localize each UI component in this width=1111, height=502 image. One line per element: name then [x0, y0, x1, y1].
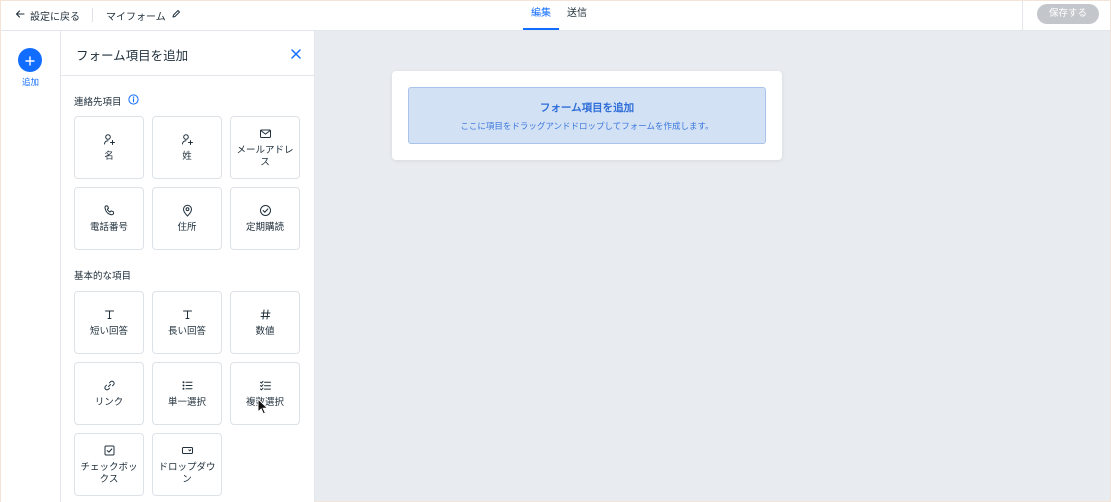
field-number[interactable]: 数値: [230, 291, 300, 354]
field-link[interactable]: リンク: [74, 362, 144, 425]
field-single-choice[interactable]: 単一選択: [152, 362, 222, 425]
card-label: メールアドレス: [236, 145, 294, 168]
field-long-answer[interactable]: 長い回答: [152, 291, 222, 354]
card-label: 単一選択: [167, 397, 206, 408]
card-label: 電話番号: [89, 222, 128, 233]
add-fields-panel: フォーム項目を追加 連絡先項目 名 姓 メールアドレス 電話番号 住所 定期購読…: [61, 31, 315, 502]
left-rail: 追加: [1, 31, 61, 502]
text-t-icon: [102, 307, 116, 321]
card-label: 名: [104, 151, 114, 162]
card-label: 短い回答: [89, 326, 128, 337]
panel-title: フォーム項目を追加: [76, 48, 189, 63]
person-plus-icon: [102, 132, 116, 146]
card-label: リンク: [94, 397, 124, 408]
section-contact-label: 連絡先項目: [74, 97, 122, 108]
check-circle-icon: [258, 203, 272, 217]
text-t-icon: [180, 307, 194, 321]
form-canvas: フォーム項目を追加 ここに項目をドラッグアンドドロップしてフォームを作成します。: [315, 31, 1110, 501]
link-icon: [102, 378, 116, 392]
field-last-name[interactable]: 姓: [152, 116, 222, 179]
field-phone[interactable]: 電話番号: [74, 187, 144, 250]
topbar-divider-right: [1022, 1, 1023, 30]
field-short-answer[interactable]: 短い回答: [74, 291, 144, 354]
pencil-icon: [171, 9, 181, 22]
field-dropdown[interactable]: ドロップダウン: [152, 433, 222, 496]
save-button[interactable]: 保存する: [1037, 4, 1099, 24]
panel-header: フォーム項目を追加: [61, 31, 314, 76]
location-pin-icon: [180, 203, 194, 217]
mode-tabs: 編集 送信: [523, 1, 595, 30]
close-panel-button[interactable]: [289, 46, 303, 60]
back-to-settings-link[interactable]: 設定に戻る: [15, 7, 80, 23]
field-first-name[interactable]: 名: [74, 116, 144, 179]
field-address[interactable]: 住所: [152, 187, 222, 250]
drop-zone-title: フォーム項目を追加: [539, 102, 635, 114]
bullet-list-icon: [180, 378, 194, 392]
field-email[interactable]: メールアドレス: [230, 116, 300, 179]
section-title-contact: 連絡先項目: [74, 94, 139, 108]
form-name-edit[interactable]: マイフォーム: [106, 7, 181, 23]
card-label: チェックボックス: [80, 462, 138, 485]
field-subscription[interactable]: 定期購読: [230, 187, 300, 250]
close-icon: [289, 46, 303, 65]
plus-icon: [25, 51, 35, 70]
tab-edit[interactable]: 編集: [523, 1, 559, 30]
arrow-left-icon: [15, 9, 25, 22]
hash-icon: [258, 307, 272, 321]
card-label: 定期購読: [245, 222, 284, 233]
form-card: フォーム項目を追加 ここに項目をドラッグアンドドロップしてフォームを作成します。: [392, 71, 782, 160]
drop-zone[interactable]: フォーム項目を追加 ここに項目をドラッグアンドドロップしてフォームを作成します。: [408, 87, 766, 144]
field-checkbox[interactable]: チェックボックス: [74, 433, 144, 496]
card-label: ドロップダウン: [158, 462, 216, 485]
mail-icon: [258, 126, 272, 140]
add-button[interactable]: [18, 48, 42, 72]
card-label: 姓: [182, 151, 192, 162]
section-basic-label: 基本的な項目: [74, 271, 132, 282]
checkbox-icon: [102, 443, 116, 457]
card-label: 長い回答: [167, 326, 206, 337]
mouse-cursor-icon: [257, 397, 269, 416]
dropdown-icon: [180, 443, 194, 457]
checklist-icon: [258, 378, 272, 392]
topbar-divider: [92, 8, 93, 22]
back-label: 設定に戻る: [30, 11, 80, 23]
tab-submissions[interactable]: 送信: [559, 1, 595, 30]
drop-zone-description: ここに項目をドラッグアンドドロップしてフォームを作成します。: [460, 122, 714, 132]
top-bar: 設定に戻る マイフォーム 編集 送信 保存する: [1, 1, 1110, 31]
section-title-basic: 基本的な項目: [74, 268, 131, 282]
card-label: 数値: [255, 326, 275, 337]
form-name-label: マイフォーム: [106, 11, 166, 23]
add-label: 追加: [21, 78, 39, 88]
person-plus-icon: [180, 132, 194, 146]
phone-icon: [102, 203, 116, 217]
card-label: 住所: [177, 222, 197, 233]
info-icon[interactable]: [127, 94, 139, 108]
